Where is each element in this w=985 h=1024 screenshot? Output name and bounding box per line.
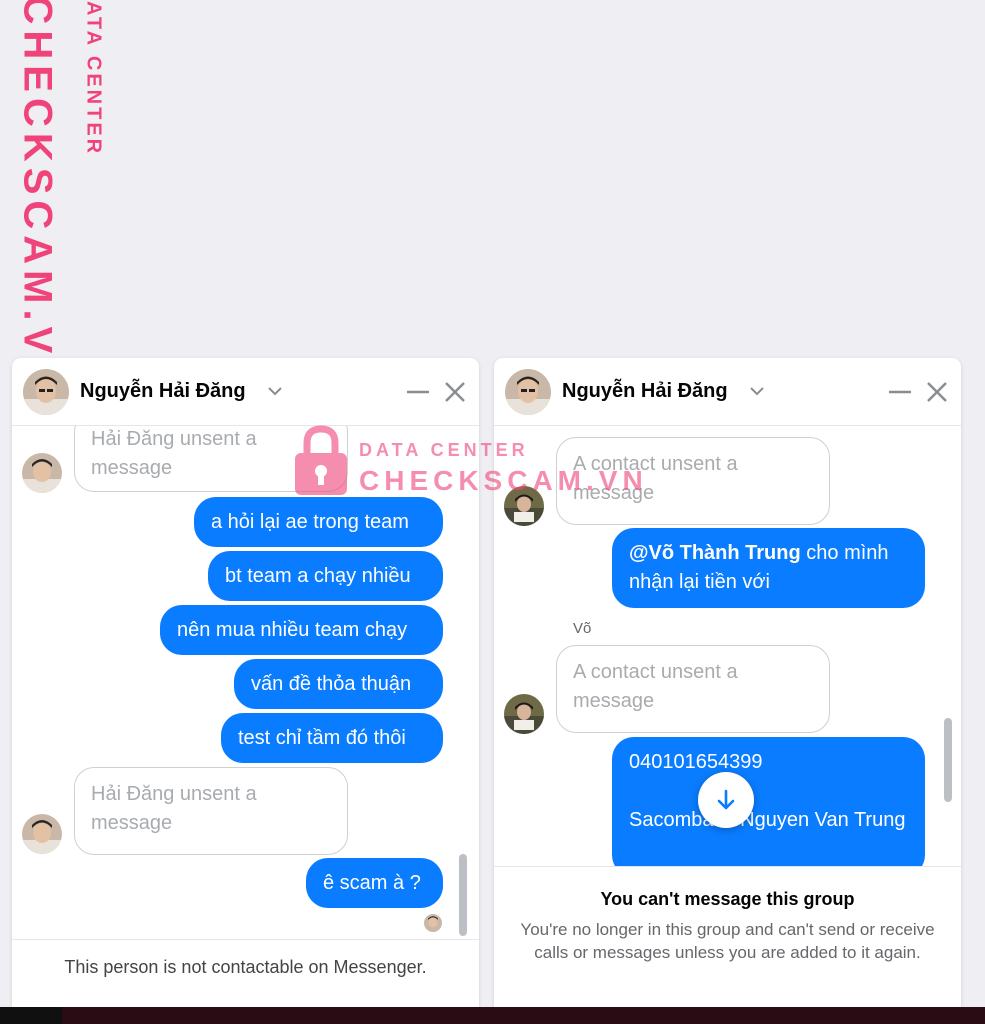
scrollbar[interactable]: [944, 718, 952, 802]
account-number: 040101654399: [629, 751, 763, 773]
cannot-message-description: You're no longer in this group and can't…: [520, 920, 935, 962]
sender-name: Võ: [573, 620, 592, 637]
chat-footer: You can't message this group You're no l…: [494, 866, 961, 1007]
scroll-to-bottom-button[interactable]: [698, 772, 754, 828]
close-icon[interactable]: [925, 380, 949, 404]
watermark-small-text: DATA CENTER: [82, 0, 105, 157]
lock-icon: [295, 425, 347, 495]
scrollbar[interactable]: [459, 854, 467, 936]
unsent-message: Hải Đăng unsent a message: [74, 767, 348, 855]
mention-text[interactable]: @Võ Thành Trung: [629, 542, 801, 564]
arrow-down-icon: [717, 789, 735, 810]
chat-footer: This person is not contactable on Messen…: [12, 939, 479, 1007]
contact-name[interactable]: Nguyễn Hải Đăng: [80, 380, 246, 403]
cannot-message-title: You can't message this group: [600, 889, 855, 909]
not-contactable-note: This person is not contactable on Messen…: [64, 957, 427, 977]
avatar[interactable]: [23, 369, 69, 415]
bank-account-name: Sacombank Nguyen Van Trung: [629, 809, 906, 831]
watermark-big-text: CHECKSCAM.VN: [15, 0, 60, 395]
outgoing-message: @Võ Thành Trung cho mình nhận lại tiền v…: [612, 528, 925, 608]
bottom-strip: [0, 1007, 985, 1024]
avatar[interactable]: [505, 369, 551, 415]
chat-header: Nguyễn Hải Đăng: [494, 358, 961, 426]
watermark-center: DATA CENTER CHECKSCAM.VN: [293, 425, 643, 505]
outgoing-message: test chỉ tầm đó thôi: [221, 713, 443, 763]
outgoing-message: vấn đề thỏa thuận: [234, 659, 443, 709]
unsent-message: A contact unsent a message: [556, 645, 830, 733]
outgoing-message: nên mua nhiều team chạy: [160, 605, 443, 655]
watermark-line2: CHECKSCAM.VN: [359, 465, 648, 496]
chevron-down-icon[interactable]: [750, 386, 764, 396]
watermark-line1: DATA CENTER: [359, 440, 529, 460]
chat-header: Nguyễn Hải Đăng: [12, 358, 479, 426]
outgoing-message: 040101654399 Sacombank Nguyen Van Trung: [612, 737, 925, 866]
outgoing-message: ê scam à ?: [306, 858, 443, 908]
avatar[interactable]: [22, 814, 62, 854]
avatar[interactable]: [22, 453, 62, 493]
watermark-vertical: DATA CENTER CHECKSCAM.VN: [15, 0, 105, 395]
avatar[interactable]: [504, 694, 544, 734]
minimize-icon[interactable]: [405, 380, 431, 404]
read-receipt-avatar: [424, 914, 442, 932]
contact-name[interactable]: Nguyễn Hải Đăng: [562, 380, 728, 403]
minimize-icon[interactable]: [887, 380, 913, 404]
chevron-down-icon[interactable]: [268, 386, 282, 396]
outgoing-message: bt team a chạy nhiều: [208, 551, 443, 601]
close-icon[interactable]: [443, 380, 467, 404]
